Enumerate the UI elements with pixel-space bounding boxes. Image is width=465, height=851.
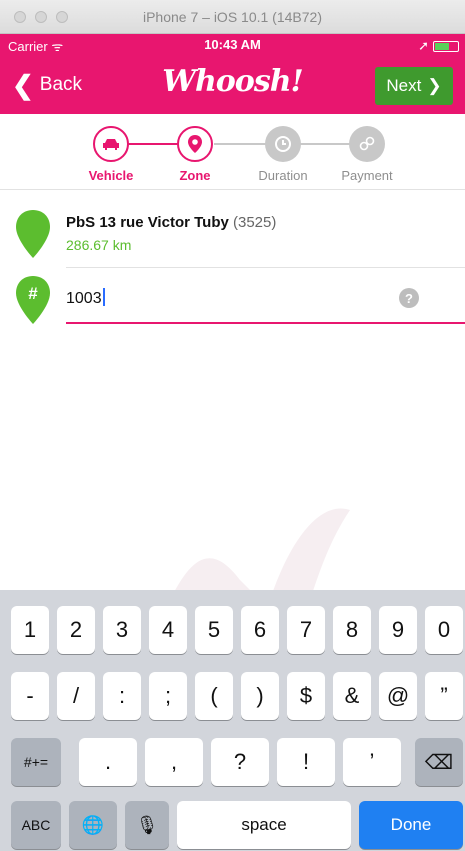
delete-key[interactable]: ⌫ bbox=[415, 738, 463, 786]
done-key[interactable]: Done bbox=[359, 801, 463, 849]
status-right: ➚ bbox=[418, 38, 459, 54]
key-at[interactable]: @ bbox=[379, 672, 417, 720]
step-zone[interactable]: Zone bbox=[145, 126, 245, 183]
key-1[interactable]: 1 bbox=[11, 606, 49, 654]
globe-icon: 🌐 bbox=[81, 814, 105, 835]
key-apostrophe[interactable]: ’ bbox=[343, 738, 401, 786]
location-pin-icon bbox=[177, 126, 213, 162]
space-number-input[interactable]: 1003 ? bbox=[66, 278, 465, 324]
zone-distance: 286.67 km bbox=[66, 237, 132, 253]
key-2[interactable]: 2 bbox=[57, 606, 95, 654]
booking-stepper: Vehicle Zone Duration Payment bbox=[0, 114, 465, 190]
next-button[interactable]: Next ❯ bbox=[375, 67, 453, 105]
car-icon bbox=[93, 126, 129, 162]
step-payment[interactable]: Payment bbox=[317, 126, 417, 183]
app-header: Carrier ᯤ 10:43 AM ➚ ❮ Back Whoosh! Next… bbox=[0, 34, 465, 114]
key-open-paren[interactable]: ( bbox=[195, 672, 233, 720]
backspace-icon: ⌫ bbox=[424, 751, 454, 774]
key-colon[interactable]: : bbox=[103, 672, 141, 720]
navigation-bar: ❮ Back Whoosh! Next ❯ bbox=[0, 56, 465, 114]
globe-key[interactable]: 🌐 bbox=[69, 801, 117, 849]
coins-icon bbox=[349, 126, 385, 162]
step-label-payment: Payment bbox=[341, 168, 393, 183]
zone-code: (3525) bbox=[233, 214, 277, 231]
help-icon[interactable]: ? bbox=[399, 288, 419, 308]
battery-icon bbox=[433, 40, 459, 52]
divider bbox=[66, 267, 465, 268]
key-dollar[interactable]: $ bbox=[287, 672, 325, 720]
map-pin-icon bbox=[16, 210, 50, 258]
key-6[interactable]: 6 bbox=[241, 606, 279, 654]
status-time: 10:43 AM bbox=[204, 37, 261, 52]
location-icon: ➚ bbox=[418, 38, 429, 53]
key-exclamation[interactable]: ! bbox=[277, 738, 335, 786]
key-9[interactable]: 9 bbox=[379, 606, 417, 654]
space-number-value: 1003 bbox=[66, 290, 102, 307]
step-label-zone: Zone bbox=[179, 168, 211, 183]
simulator-title-bar: iPhone 7 – iOS 10.1 (14B72) bbox=[0, 0, 465, 34]
chevron-right-icon: ❯ bbox=[427, 76, 442, 95]
clock-icon bbox=[265, 126, 301, 162]
key-7[interactable]: 7 bbox=[287, 606, 325, 654]
key-more-symbols[interactable]: #+= bbox=[11, 738, 61, 786]
zone-name: PbS 13 rue Victor Tuby (3525) bbox=[66, 214, 277, 231]
hash-pin-icon: # bbox=[16, 276, 50, 324]
space-number-row: # 1003 ? bbox=[0, 270, 465, 326]
logo-watermark bbox=[170, 508, 350, 600]
key-question[interactable]: ? bbox=[211, 738, 269, 786]
key-slash[interactable]: / bbox=[57, 672, 95, 720]
dictation-key[interactable]: 🎙 bbox=[125, 801, 169, 849]
key-semicolon[interactable]: ; bbox=[149, 672, 187, 720]
key-period[interactable]: . bbox=[79, 738, 137, 786]
next-label: Next bbox=[386, 76, 422, 95]
key-hyphen[interactable]: - bbox=[11, 672, 49, 720]
status-bar: Carrier ᯤ 10:43 AM ➚ bbox=[0, 34, 465, 56]
selected-zone-row[interactable]: PbS 13 rue Victor Tuby (3525) 286.67 km bbox=[0, 190, 465, 268]
key-8[interactable]: 8 bbox=[333, 606, 371, 654]
key-3[interactable]: 3 bbox=[103, 606, 141, 654]
key-close-paren[interactable]: ) bbox=[241, 672, 279, 720]
hash-symbol: # bbox=[28, 284, 38, 303]
microphone-icon: 🎙 bbox=[135, 814, 159, 835]
key-comma[interactable]: , bbox=[145, 738, 203, 786]
key-ampersand[interactable]: & bbox=[333, 672, 371, 720]
text-caret bbox=[102, 288, 105, 306]
window-title: iPhone 7 – iOS 10.1 (14B72) bbox=[142, 9, 322, 25]
key-4[interactable]: 4 bbox=[149, 606, 187, 654]
space-key[interactable]: space bbox=[177, 801, 351, 849]
key-abc[interactable]: ABC bbox=[11, 801, 61, 849]
key-0[interactable]: 0 bbox=[425, 606, 463, 654]
key-5[interactable]: 5 bbox=[195, 606, 233, 654]
key-quote[interactable]: ” bbox=[425, 672, 463, 720]
numeric-keyboard: 1 2 3 4 5 6 7 8 9 0 - / : ; ( ) $ & @ ” … bbox=[0, 590, 465, 851]
